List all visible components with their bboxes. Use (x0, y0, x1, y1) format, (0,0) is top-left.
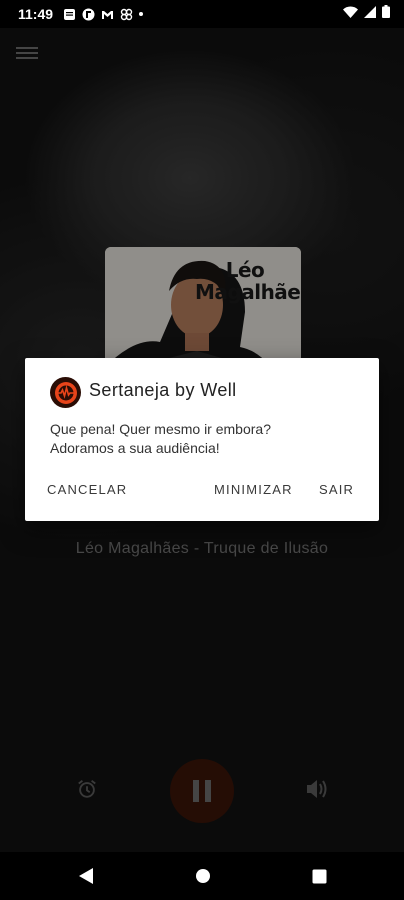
signal-icon (364, 5, 376, 23)
home-circle-icon (196, 869, 210, 883)
wifi-icon (343, 5, 358, 23)
exit-button[interactable]: SAIR (319, 482, 354, 497)
pinwheel-icon (120, 8, 133, 21)
dialog-message-line: Adoramos a sua audiência! (50, 440, 220, 456)
recent-apps-square-icon (312, 869, 326, 883)
dialog-message-line: Que pena! Quer mesmo ir embora? (50, 421, 271, 437)
status-bar: 11:49 (0, 0, 404, 28)
battery-icon (382, 5, 390, 23)
back-triangle-icon (79, 868, 93, 884)
recent-apps-button[interactable] (309, 866, 329, 886)
flipboard-icon (82, 8, 95, 21)
home-button[interactable] (193, 866, 213, 886)
back-button[interactable] (76, 866, 96, 886)
app-logo-icon (50, 377, 81, 408)
dialog-message: Que pena! Quer mesmo ir embora? Adoramos… (50, 420, 350, 458)
system-nav-bar (0, 852, 404, 900)
system-status-icons (343, 5, 390, 23)
notification-icons (63, 8, 144, 21)
gmail-icon (101, 8, 114, 21)
minimize-button[interactable]: MINIMIZAR (214, 482, 293, 497)
message-icon (63, 8, 76, 21)
cancel-button[interactable]: CANCELAR (47, 482, 127, 497)
exit-dialog: Sertaneja by Well Que pena! Quer mesmo i… (25, 358, 379, 521)
dot-icon (139, 12, 144, 16)
dialog-title: Sertaneja by Well (89, 380, 237, 400)
status-time: 11:49 (18, 6, 54, 22)
